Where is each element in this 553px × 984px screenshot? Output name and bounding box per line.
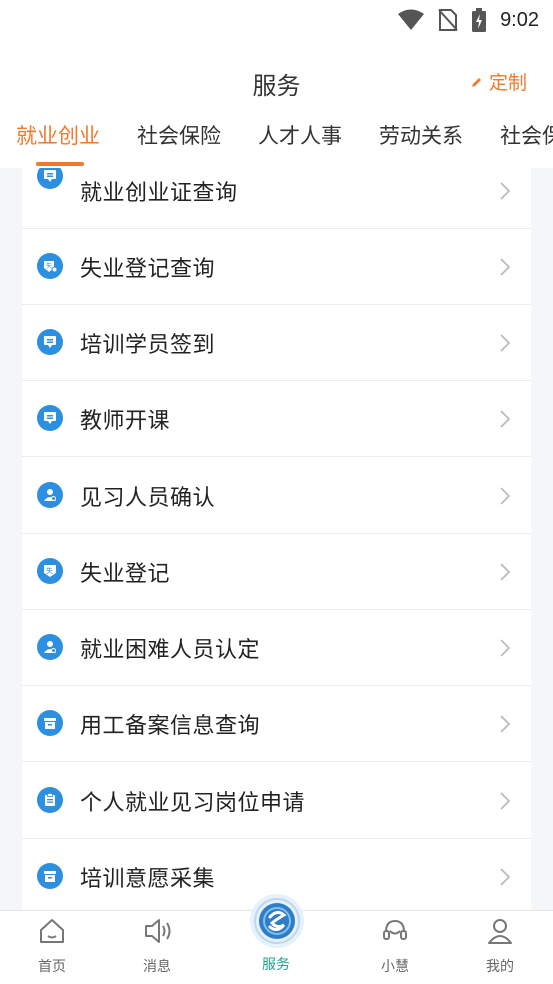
archive-icon bbox=[37, 863, 63, 889]
tabbar-messages-label: 消息 bbox=[143, 959, 171, 975]
clipboard-icon bbox=[37, 787, 63, 813]
list-item[interactable]: 培训学员签到 bbox=[22, 305, 531, 381]
list-item[interactable]: 就业创业证查询 bbox=[22, 168, 531, 229]
tabbar-xiaohui-label: 小慧 bbox=[381, 959, 409, 975]
service-list: 就业创业证查询 失 失业登记查询 培训学员签到 教师开课 见习人员确认 失 失业… bbox=[22, 168, 531, 910]
service-logo-icon[interactable] bbox=[249, 893, 305, 949]
list-item-label: 用工备案信息查询 bbox=[80, 714, 261, 739]
chevron-right-icon bbox=[500, 258, 511, 276]
list-item[interactable]: 就业困难人员认定 bbox=[22, 610, 531, 686]
tab-social-partial[interactable]: 社会保 bbox=[500, 120, 553, 150]
tabbar-services-label: 服务 bbox=[262, 957, 290, 973]
tab-labor-relations[interactable]: 劳动关系 bbox=[379, 120, 463, 150]
list-item-label: 就业创业证查询 bbox=[80, 181, 238, 206]
svg-text:失: 失 bbox=[46, 566, 53, 575]
chevron-right-icon bbox=[500, 639, 511, 657]
card-icon bbox=[37, 168, 63, 189]
pencil-icon bbox=[471, 77, 481, 87]
wifi-icon bbox=[398, 9, 425, 30]
tabbar-mine[interactable]: 我的 bbox=[460, 911, 540, 984]
list-item[interactable]: 失 失业登记 bbox=[22, 534, 531, 610]
status-time: 9:02 bbox=[500, 8, 539, 31]
status-bar: 9:02 bbox=[0, 0, 553, 40]
person-icon bbox=[37, 482, 63, 508]
home-icon bbox=[40, 919, 64, 943]
list-item[interactable]: 个人就业见习岗位申请 bbox=[22, 763, 531, 839]
customize-label: 定制 bbox=[488, 72, 527, 94]
list-item-label: 就业困难人员认定 bbox=[80, 638, 261, 663]
chevron-right-icon bbox=[500, 334, 511, 352]
list-item-label: 培训意愿采集 bbox=[80, 867, 216, 892]
unemployment-icon: 失 bbox=[37, 558, 63, 584]
chevron-right-icon bbox=[500, 563, 511, 581]
category-tabs: 就业创业 社会保险 人才人事 劳动关系 社会保 bbox=[0, 110, 553, 168]
tab-social-insurance[interactable]: 社会保险 bbox=[137, 120, 221, 150]
list-item[interactable]: 失 失业登记查询 bbox=[22, 229, 531, 305]
tabbar-xiaohui[interactable]: 小慧 bbox=[355, 911, 435, 984]
chevron-right-icon bbox=[500, 868, 511, 886]
card-icon bbox=[37, 405, 63, 431]
chevron-right-icon bbox=[500, 715, 511, 733]
list-item-label: 失业登记查询 bbox=[80, 257, 216, 282]
chevron-right-icon bbox=[500, 182, 511, 200]
unemployment-search-icon: 失 bbox=[37, 253, 63, 279]
no-sim-icon bbox=[438, 9, 458, 31]
customize-button[interactable]: 定制 bbox=[471, 68, 527, 95]
card-icon bbox=[37, 329, 63, 355]
tabbar-home[interactable]: 首页 bbox=[12, 911, 92, 984]
tab-employment[interactable]: 就业创业 bbox=[16, 120, 100, 150]
tabbar-messages[interactable]: 消息 bbox=[117, 911, 197, 984]
battery-charging-icon bbox=[472, 8, 487, 32]
svg-text:失: 失 bbox=[46, 262, 52, 270]
chevron-right-icon bbox=[500, 792, 511, 810]
list-item-label: 见习人员确认 bbox=[80, 486, 216, 511]
archive-icon bbox=[37, 710, 63, 736]
user-icon bbox=[488, 919, 512, 944]
list-item[interactable]: 见习人员确认 bbox=[22, 458, 531, 534]
chevron-right-icon bbox=[500, 487, 511, 505]
list-item-label: 教师开课 bbox=[80, 409, 171, 434]
headset-icon bbox=[383, 919, 407, 940]
list-item-label: 失业登记 bbox=[80, 562, 171, 587]
tab-talent[interactable]: 人才人事 bbox=[258, 120, 342, 150]
chevron-right-icon bbox=[500, 410, 511, 428]
tabbar-home-label: 首页 bbox=[38, 959, 66, 975]
list-item[interactable]: 用工备案信息查询 bbox=[22, 686, 531, 762]
tabbar-mine-label: 我的 bbox=[486, 959, 514, 975]
active-tab-indicator bbox=[36, 162, 84, 166]
person-icon bbox=[37, 634, 63, 660]
speaker-icon bbox=[145, 919, 171, 943]
list-item-label: 个人就业见习岗位申请 bbox=[80, 791, 306, 816]
list-item-label: 培训学员签到 bbox=[80, 333, 216, 358]
list-item[interactable]: 教师开课 bbox=[22, 381, 531, 457]
